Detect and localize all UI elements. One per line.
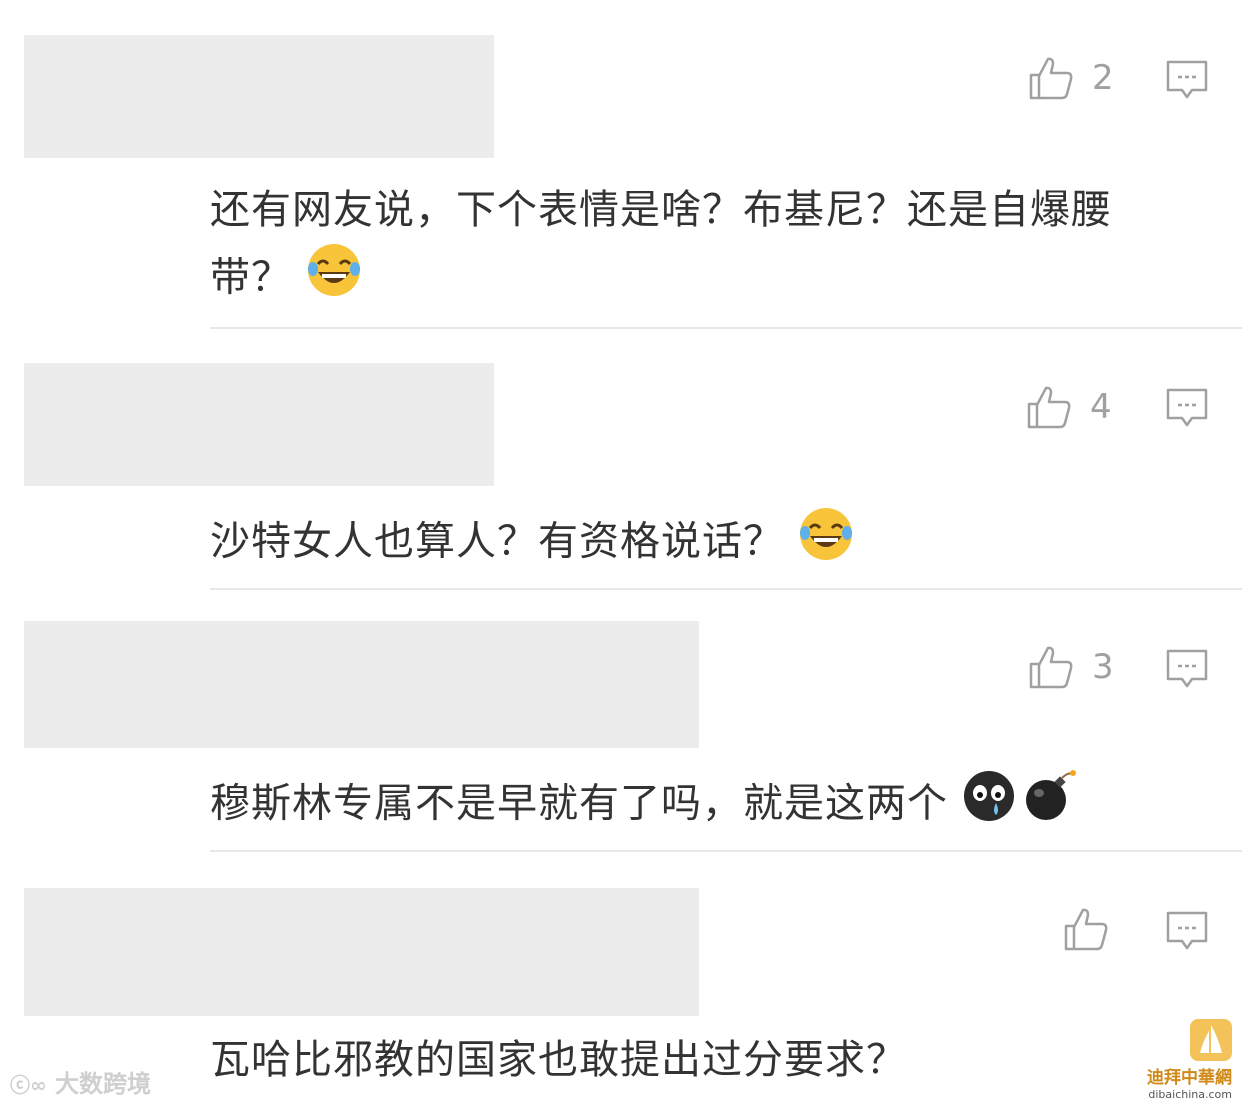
comment-item: 2 还有网友说，下个表情是啥？布基尼？还是自爆腰 带？: [0, 0, 1242, 330]
comment-actions: [1063, 906, 1109, 952]
watermark-right: 迪拜中華網 dibaichina.com: [1147, 1019, 1232, 1101]
reply-button[interactable]: [1166, 649, 1208, 693]
comment-text-line: 穆斯林专属不是早就有了吗，就是这两个: [210, 780, 948, 827]
comment-item: 4 沙特女人也算人？有资格说话？: [0, 330, 1242, 592]
like-button[interactable]: [1063, 906, 1109, 952]
comment-bubble-icon: [1166, 911, 1208, 950]
comment-text-line: 沙特女人也算人？有资格说话？: [210, 518, 784, 565]
reply-button[interactable]: [1166, 911, 1208, 955]
comment-text-line: 瓦哈比邪教的国家也敢提出过分要求？: [210, 1037, 907, 1083]
like-button[interactable]: 4: [1026, 384, 1120, 430]
divider: [210, 588, 1242, 590]
like-count: 2: [1092, 58, 1114, 98]
comment-text: 瓦哈比邪教的国家也敢提出过分要求？: [210, 1028, 1210, 1092]
thumbs-up-icon: [1027, 386, 1071, 429]
like-button[interactable]: 2: [1028, 55, 1122, 101]
comment-actions: 4: [1026, 384, 1120, 430]
redacted-user-info: [24, 363, 494, 486]
comment-bubble-icon: [1166, 649, 1208, 688]
like-count: 3: [1092, 647, 1114, 687]
thumbs-up-icon: [1029, 646, 1073, 689]
like-count: 4: [1090, 387, 1112, 427]
comment-actions: 3: [1028, 644, 1122, 690]
sail-logo-icon: [1190, 1019, 1232, 1061]
thumbs-up-icon: [1064, 908, 1108, 951]
comment-text: 沙特女人也算人？有资格说话？: [210, 506, 1210, 581]
weibo-logo-icon: ⓒ∞: [10, 1073, 47, 1097]
comment-bubble-icon: [1166, 60, 1208, 99]
comment-text: 穆斯林专属不是早就有了吗，就是这两个: [210, 768, 1210, 843]
redacted-user-info: [24, 888, 699, 1016]
laugh-cry-emoji: [798, 506, 854, 581]
divider: [210, 850, 1242, 852]
comment-text: 还有网友说，下个表情是啥？布基尼？还是自爆腰 带？: [210, 178, 1210, 317]
redacted-user-info: [24, 621, 699, 748]
bomb-emoji: [1022, 768, 1078, 843]
thumbs-up-icon: [1029, 57, 1073, 100]
comment-bubble-icon: [1166, 388, 1208, 427]
watermark-right-title: 迪拜中華網: [1147, 1068, 1232, 1088]
watermark-left-text: 大数跨境: [55, 1070, 152, 1098]
comment-text-line: 带？: [210, 254, 292, 301]
like-button[interactable]: 3: [1028, 644, 1122, 690]
divider: [210, 327, 1242, 329]
reply-button[interactable]: [1166, 60, 1208, 104]
comment-text-line: 还有网友说，下个表情是啥？布基尼？还是自爆腰: [210, 187, 1112, 233]
watermark-left: ⓒ∞ 大数跨境: [10, 1064, 151, 1099]
crying-face-emoji: [962, 769, 1016, 842]
comment-actions: 2: [1028, 55, 1122, 101]
laugh-cry-emoji: [306, 242, 362, 317]
comment-item: 3 穆斯林专属不是早就有了吗，就是这两个: [0, 592, 1242, 854]
comment-item: 瓦哈比邪教的国家也敢提出过分要求？: [0, 854, 1242, 1107]
watermark-right-url: dibaichina.com: [1148, 1088, 1232, 1101]
redacted-user-info: [24, 35, 494, 158]
reply-button[interactable]: [1166, 388, 1208, 432]
